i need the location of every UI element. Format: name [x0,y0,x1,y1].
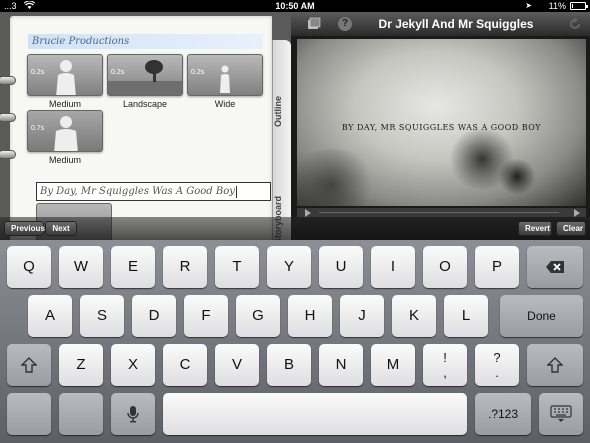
person-silhouette-icon [220,65,230,93]
shift-key-right[interactable] [527,344,583,386]
play-icon[interactable] [305,209,311,217]
screen: ...3 10:50 AM ➤ 11% Brucie Productions 0… [0,0,590,443]
key-s[interactable]: S [80,295,124,337]
dialog-text: By Day, Mr Squiggles Was A Good Boy [40,186,235,197]
microphone-icon [127,406,139,423]
location-icon: ➤ [525,1,532,10]
key-question-period[interactable]: ?. [475,344,519,386]
preview-panel: ? Dr Jekyll And Mr Squiggles BY DAY, MR … [291,12,590,240]
key-t[interactable]: T [215,246,259,288]
hide-keyboard-key[interactable] [539,393,583,435]
clock: 10:50 AM [275,1,315,11]
key-z[interactable]: Z [59,344,103,386]
key-c[interactable]: C [163,344,207,386]
key-h[interactable]: H [288,295,332,337]
onscreen-keyboard: Q W E R T Y U I O P A S D F G H J K L Do… [0,240,590,443]
key-g[interactable]: G [236,295,280,337]
done-key[interactable]: Done [500,295,583,337]
key-top-symbol: ! [443,350,447,365]
revert-button[interactable]: Revert [518,221,552,236]
key-l[interactable]: L [444,295,488,337]
previous-button[interactable]: Previous [4,221,45,236]
key-bottom-symbol: , [443,365,447,380]
scrub-track[interactable] [319,212,559,213]
shift-icon [20,357,38,373]
key-e[interactable]: E [111,246,155,288]
shot-duration: 0.2s [31,69,45,76]
key-a[interactable]: A [28,295,72,337]
keyboard-dismiss-icon [550,405,572,423]
key-top-symbol: ? [493,350,501,365]
preview-title: Dr Jekyll And Mr Squiggles [378,17,534,31]
key-o[interactable]: O [423,246,467,288]
shot-duration: 0.2s [191,69,205,76]
emoji-key-partial[interactable] [59,393,103,435]
binder-ring [0,113,16,122]
key-m[interactable]: M [371,344,415,386]
shot-thumbnail[interactable]: 0.2s Medium [27,54,103,109]
backspace-key[interactable] [527,246,583,288]
key-p[interactable]: P [475,246,519,288]
battery-percent: 11% [548,1,566,11]
shot-label: Medium [48,99,81,109]
numbers-key[interactable]: .?123 [475,393,531,435]
playback-scrubber[interactable] [297,208,586,217]
notebook-tabs: Outline Storyboard [272,40,292,244]
dictation-key[interactable] [111,393,155,435]
key-n[interactable]: N [319,344,363,386]
video-preview[interactable]: BY DAY, MR SQUIGGLES WAS A GOOD BOY [297,39,586,206]
binder-ring [0,150,16,159]
spacebar[interactable] [163,393,467,435]
shot-thumbnail[interactable]: 0.2s Landscape [107,54,183,109]
key-w[interactable]: W [59,246,103,288]
key-exclaim-comma[interactable]: !, [423,344,467,386]
battery-icon [570,2,588,10]
key-bottom-symbol: . [495,365,499,380]
dialog-text-field[interactable]: By Day, Mr Squiggles Was A Good Boy [36,182,271,201]
refresh-icon[interactable] [568,17,582,31]
keyboard-accessory-bar: Previous Next Revert Clear [0,217,590,240]
key-u[interactable]: U [319,246,363,288]
text-caret [235,185,237,198]
numbers-key-left-partial[interactable] [7,393,51,435]
person-silhouette-icon [56,60,76,95]
person-silhouette-icon [54,116,78,151]
preview-header: ? Dr Jekyll And Mr Squiggles [291,12,590,36]
shot-label: Landscape [122,99,168,109]
shift-icon [546,357,564,373]
key-x[interactable]: X [111,344,155,386]
next-button[interactable]: Next [45,221,77,236]
key-y[interactable]: Y [267,246,311,288]
backspace-icon [546,261,564,274]
shot-label: Wide [214,99,236,109]
key-b[interactable]: B [267,344,311,386]
tab-outline[interactable]: Outline [273,84,292,140]
notebook-page: Brucie Productions 0.2s Medium 0.2s Land… [10,16,272,243]
shot-duration: 0.7s [31,125,45,132]
shot-label: Medium [48,155,81,165]
key-i[interactable]: I [371,246,415,288]
ink-splatter [297,149,377,206]
project-title[interactable]: Brucie Productions [28,34,263,49]
key-k[interactable]: K [392,295,436,337]
key-v[interactable]: V [215,344,259,386]
video-caption: BY DAY, MR SQUIGGLES WAS A GOOD BOY [341,123,542,132]
storyboard-icon[interactable] [307,17,321,31]
notebook-panel: Brucie Productions 0.2s Medium 0.2s Land… [0,12,292,244]
clear-button[interactable]: Clear [556,221,586,236]
shot-duration: 0.2s [111,69,125,76]
key-q[interactable]: Q [7,246,51,288]
status-bar: ...3 10:50 AM ➤ 11% [0,0,590,12]
forward-icon[interactable] [574,209,580,217]
key-r[interactable]: R [163,246,207,288]
ink-splatter [497,159,537,194]
shift-key-left[interactable] [7,344,51,386]
key-d[interactable]: D [132,295,176,337]
key-f[interactable]: F [184,295,228,337]
binder-ring [0,76,16,85]
shot-thumbnail[interactable]: 0.7s Medium [27,110,103,165]
key-j[interactable]: J [340,295,384,337]
shot-thumbnail[interactable]: 0.2s Wide [187,54,263,109]
